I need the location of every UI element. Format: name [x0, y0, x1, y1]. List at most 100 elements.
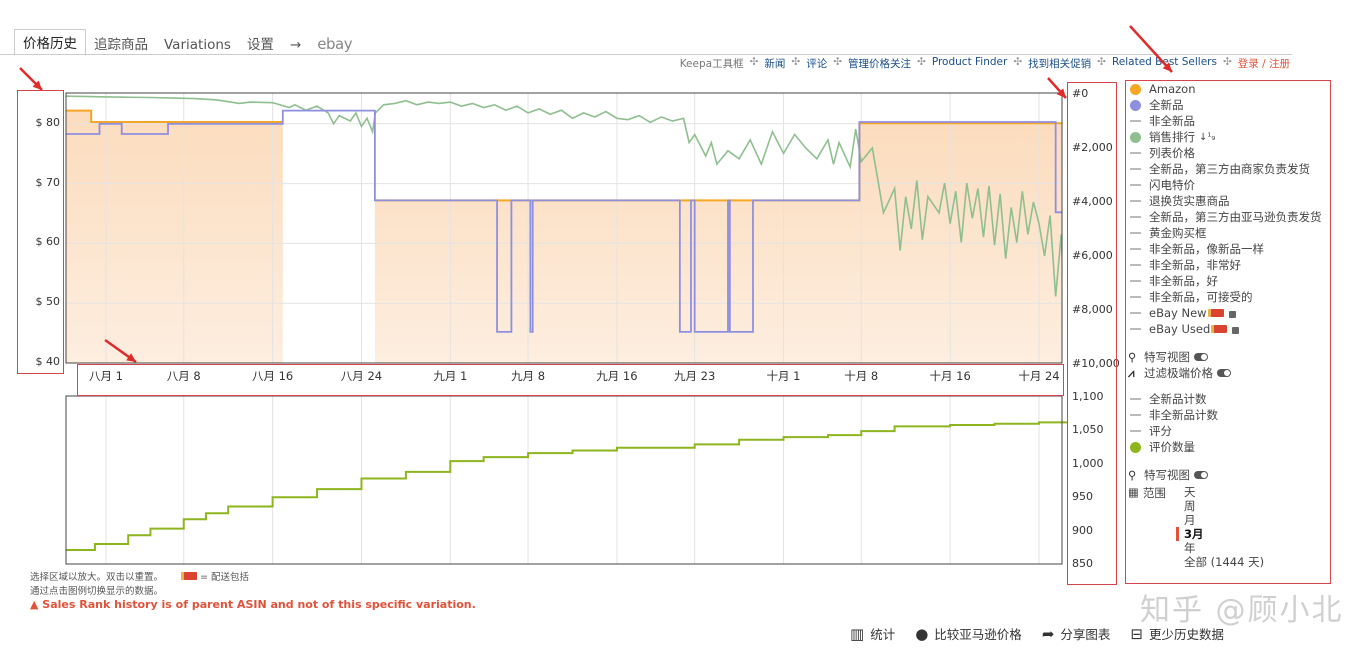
toggle-switch[interactable] — [1194, 471, 1208, 479]
legend-item-12[interactable]: 非全新品，好 — [1128, 273, 1328, 289]
legend-count-item-3[interactable]: 评价数量 — [1128, 439, 1328, 455]
search-icon: ⚲ — [1128, 350, 1137, 364]
toggle-switch[interactable] — [1194, 353, 1208, 361]
range-selector: ▦ 范围 天周月 3月年全部 (1444 天) — [1128, 485, 1328, 569]
legend-dash-icon — [1130, 398, 1141, 400]
bar-chart-icon: ▥ — [850, 624, 865, 643]
legend-label: Amazon — [1149, 82, 1196, 96]
amazon-price-fill — [66, 110, 283, 363]
closeup-toggle-row[interactable]: ⚲ 特写视图 — [1128, 349, 1328, 365]
lock-icon — [1232, 326, 1240, 334]
review-plot-frame — [65, 395, 1063, 565]
sort-icon: ↓¹₉ — [1199, 131, 1216, 143]
truck-icon — [1210, 309, 1224, 317]
legend-item-2[interactable]: 非全新品 — [1128, 113, 1328, 129]
legend-label: eBay New — [1149, 306, 1207, 320]
legend-item-3[interactable]: 销售排行 ↓¹₉ — [1128, 129, 1328, 145]
lock-icon — [1228, 310, 1236, 318]
toggle-label: 过滤极端价格 — [1144, 366, 1213, 380]
range-option-1[interactable]: 周 — [1184, 499, 1264, 513]
legend-item-13[interactable]: 非全新品，可接受的 — [1128, 289, 1328, 305]
range-option-5[interactable]: 全部 (1444 天) — [1184, 555, 1264, 569]
warning-icon: ▲ — [30, 598, 43, 611]
toggle-switch[interactable] — [1217, 369, 1231, 377]
legend: Amazon 全新品非全新品销售排行 ↓¹₉ 列表价格全新品，第三方由商家负责发货 闪电… — [1128, 81, 1328, 569]
legend-label: 黄金购买框 — [1149, 226, 1207, 240]
legend-dash-icon — [1130, 414, 1141, 416]
closeup-toggle-row[interactable]: ⚲ 特写视图 — [1128, 467, 1328, 483]
legend-label: eBay Used — [1149, 322, 1211, 336]
annotation-box-price-axis — [17, 90, 64, 374]
action-share[interactable]: ➦ 分享图表 — [1042, 624, 1111, 643]
truck-icon — [184, 572, 198, 583]
range-option-3[interactable]: 3月 — [1176, 527, 1264, 541]
note-zoom: 选择区域以放大。双击以重置。 — [30, 572, 164, 583]
legend-dash-icon — [1130, 328, 1141, 330]
legend-dash-icon — [1130, 430, 1141, 432]
legend-item-6[interactable]: 闪电特价 — [1128, 177, 1328, 193]
legend-label: 评分 — [1149, 424, 1172, 438]
legend-dash-icon — [1130, 120, 1141, 122]
action-label: 统计 — [870, 627, 896, 642]
legend-item-9[interactable]: 黄金购买框 — [1128, 225, 1328, 241]
sales-rank-warning: Sales Rank history is of parent ASIN and… — [42, 598, 476, 611]
legend-label: 销售排行 — [1149, 130, 1195, 144]
range-option-0[interactable]: 天 — [1184, 485, 1264, 499]
legend-dash-icon — [1130, 232, 1141, 234]
legend-label: 非全新品计数 — [1149, 408, 1218, 422]
filter-icon: ⩘ — [1128, 365, 1135, 380]
legend-dash-icon — [1130, 312, 1141, 314]
note-toggle: 通过点击图例切换显示的数据。 — [30, 585, 164, 597]
legend-dot-icon — [1130, 83, 1141, 95]
legend-label: 非全新品，像新品一样 — [1149, 242, 1264, 256]
legend-dot-icon — [1130, 441, 1141, 453]
legend-label: 闪电特价 — [1149, 178, 1195, 192]
share-icon: ➦ — [1041, 624, 1055, 643]
annotation-arrow — [1129, 25, 1173, 73]
legend-item-11[interactable]: 非全新品，非常好 — [1128, 257, 1328, 273]
legend-label: 退换货实惠商品 — [1149, 194, 1230, 208]
range-label: 范围 — [1142, 486, 1166, 500]
legend-label: 列表价格 — [1149, 146, 1195, 160]
legend-item-5[interactable]: 全新品，第三方由商家负责发货 — [1128, 161, 1328, 177]
closeup-toggle-row[interactable]: ⩘ 过滤极端价格 — [1128, 365, 1328, 381]
legend-dash-icon — [1130, 280, 1141, 282]
legend-count-item-0[interactable]: 全新品计数 — [1128, 391, 1328, 407]
legend-item-8[interactable]: 全新品，第三方由亚马逊负责发货 — [1128, 209, 1328, 225]
legend-label: 非全新品 — [1149, 114, 1195, 128]
legend-dash-icon — [1130, 248, 1141, 250]
search-icon: ⚲ — [1128, 468, 1137, 482]
truck-icon — [1214, 325, 1228, 333]
legend-dash-icon — [1130, 152, 1141, 154]
legend-dot-icon — [1130, 131, 1141, 143]
review-count-line[interactable] — [66, 421, 1068, 551]
legend-item-4[interactable]: 列表价格 — [1128, 145, 1328, 161]
legend-label: 全新品 — [1149, 98, 1184, 112]
annotation-box-right-axis — [1067, 82, 1117, 585]
legend-dash-icon — [1130, 216, 1141, 218]
legend-label: 全新品，第三方由商家负责发货 — [1149, 162, 1310, 176]
legend-item-7[interactable]: 退换货实惠商品 — [1128, 193, 1328, 209]
range-option-2[interactable]: 月 — [1184, 513, 1264, 527]
legend-item-15[interactable]: eBay Used — [1128, 321, 1328, 337]
legend-label: 全新品，第三方由亚马逊负责发货 — [1149, 210, 1322, 224]
legend-count-item-1[interactable]: 非全新品计数 — [1128, 407, 1328, 423]
legend-item-1[interactable]: 全新品 — [1128, 97, 1328, 113]
legend-item-14[interactable]: eBay New — [1128, 305, 1328, 321]
action-bar-chart[interactable]: ▥ 统计 — [850, 624, 895, 643]
globe-icon: ● — [915, 624, 929, 643]
legend-item-0[interactable]: Amazon — [1128, 81, 1328, 97]
legend-label: 非全新品，可接受的 — [1149, 290, 1253, 304]
chart-notes: 选择区域以放大。双击以重置。 = 配送包括 通过点击图例切换显示的数据。 ▲ S… — [30, 571, 476, 612]
watermark: 知乎 @顾小北 — [1140, 593, 1344, 628]
legend-dash-icon — [1130, 168, 1141, 170]
legend-item-10[interactable]: 非全新品，像新品一样 — [1128, 241, 1328, 257]
range-option-4[interactable]: 年 — [1184, 541, 1264, 555]
toggle-label: 特写视图 — [1144, 468, 1190, 482]
legend-count-item-2[interactable]: 评分 — [1128, 423, 1328, 439]
legend-dot-icon — [1130, 99, 1141, 111]
annotation-box-date-axis — [77, 364, 1064, 396]
action-globe[interactable]: ● 比较亚马逊价格 — [915, 624, 1022, 643]
legend-dash-icon — [1130, 296, 1141, 298]
note-delivery: = 配送包括 — [200, 572, 250, 583]
